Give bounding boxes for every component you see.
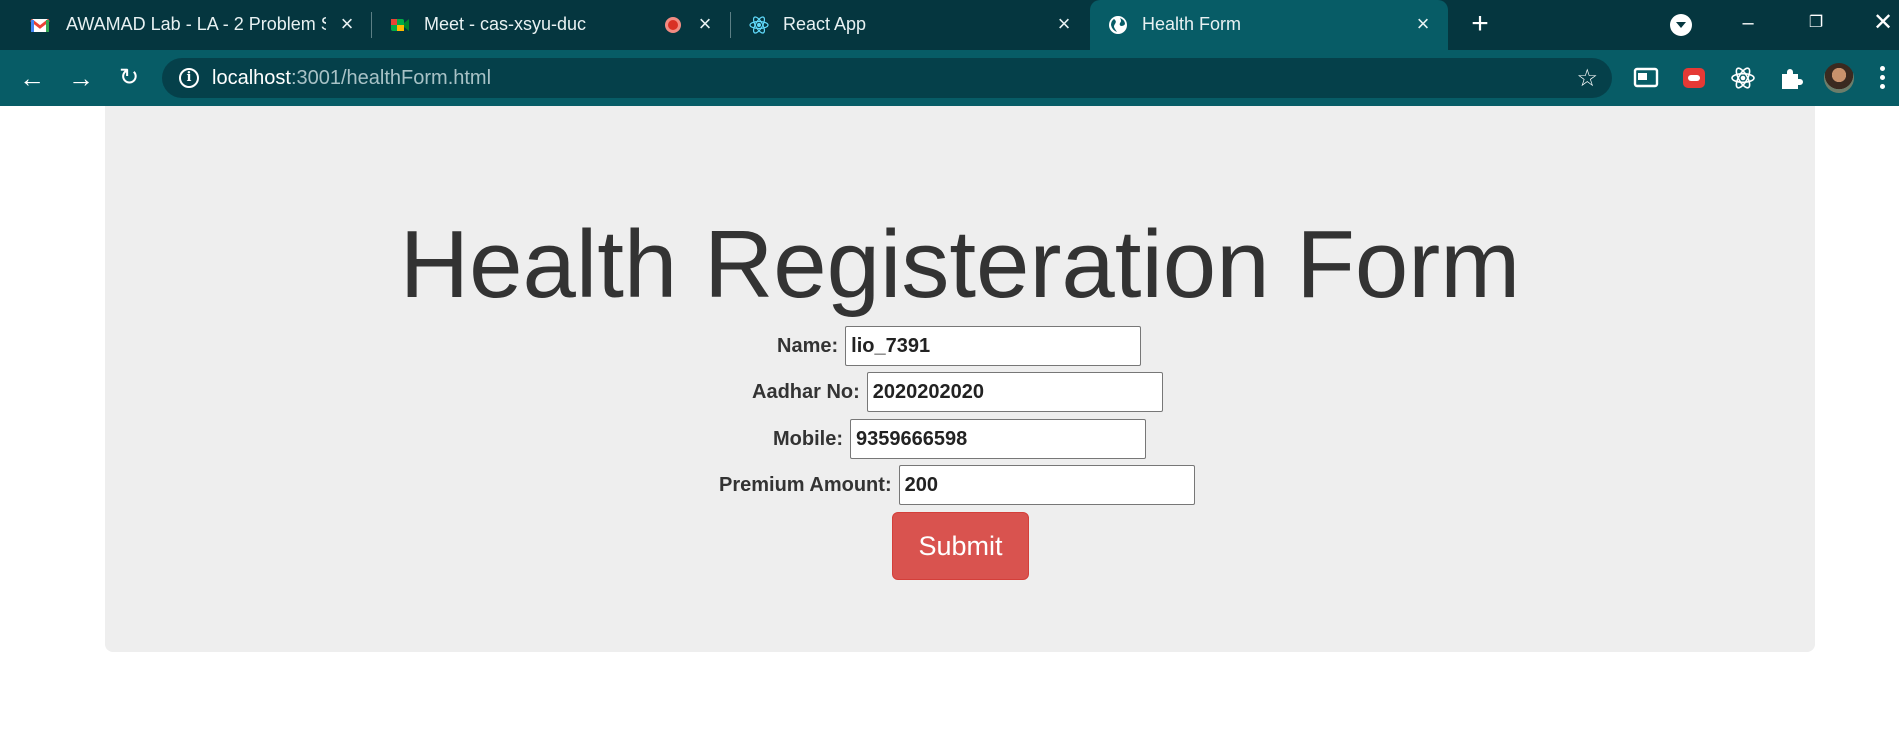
new-tab-button[interactable]: +: [1466, 9, 1494, 39]
browser-menu-icon[interactable]: [1880, 66, 1886, 90]
react-icon: [749, 16, 769, 34]
submit-button[interactable]: Submit: [892, 512, 1029, 580]
premium-row: Premium Amount:: [719, 465, 1195, 505]
premium-amount-label: Premium Amount:: [719, 473, 892, 496]
site-info-icon[interactable]: i: [179, 68, 199, 88]
close-tab-icon[interactable]: ×: [1053, 13, 1075, 35]
mobile-row: Mobile:: [773, 419, 1146, 459]
close-tab-icon[interactable]: ×: [694, 13, 716, 35]
minimize-icon[interactable]: –: [1733, 8, 1763, 38]
tab-search-icon[interactable]: [1670, 14, 1692, 36]
globe-icon: [1109, 16, 1127, 34]
form-heading: Health Registeration Form: [399, 211, 1521, 318]
page-content: Health Registeration Form Name: Aadhar N…: [0, 106, 1899, 746]
premium-amount-input[interactable]: [898, 465, 1195, 505]
close-tab-icon[interactable]: ×: [1412, 13, 1434, 35]
tab-awamad-lab[interactable]: AWAMAD Lab - LA - 2 Problem S ×: [0, 0, 370, 50]
name-row: Name:: [777, 326, 1142, 366]
extensions-puzzle-icon[interactable]: [1778, 65, 1804, 91]
aadhar-input[interactable]: [866, 372, 1163, 412]
form-container: Health Registeration Form Name: Aadhar N…: [105, 106, 1815, 652]
reload-icon[interactable]: ↻: [115, 64, 143, 92]
tab-title: AWAMAD Lab - LA - 2 Problem S: [66, 14, 326, 34]
close-window-icon[interactable]: ✕: [1868, 8, 1898, 38]
gmail-icon: [30, 18, 50, 32]
tab-title: React App: [783, 14, 867, 34]
mobile-label: Mobile:: [773, 427, 843, 450]
url-host: localhost: [212, 67, 291, 89]
browser-toolbar: ← → ↻ i localhost:3001/healthForm.html ☆: [0, 50, 1899, 106]
profile-avatar[interactable]: [1824, 63, 1854, 93]
back-icon[interactable]: ←: [18, 64, 46, 92]
name-input[interactable]: [845, 326, 1142, 366]
meet-icon: [391, 19, 409, 31]
recording-icon: [665, 17, 681, 33]
url-path: :3001/healthForm.html: [290, 67, 492, 89]
mobile-input[interactable]: [850, 419, 1146, 459]
tab-health-form[interactable]: Health Form ×: [1090, 0, 1448, 50]
picture-in-picture-icon[interactable]: [1633, 65, 1659, 91]
aadhar-label: Aadhar No:: [752, 380, 860, 403]
tab-react-app[interactable]: React App ×: [731, 0, 1089, 50]
react-devtools-icon[interactable]: [1730, 65, 1756, 91]
tab-meet[interactable]: Meet - cas-xsyu-duc ×: [372, 0, 730, 50]
browser-tab-strip: AWAMAD Lab - LA - 2 Problem S × Meet - c…: [0, 0, 1899, 50]
close-tab-icon[interactable]: ×: [336, 13, 358, 35]
forward-icon[interactable]: →: [67, 64, 95, 92]
aadhar-row: Aadhar No:: [752, 372, 1163, 412]
address-bar[interactable]: i localhost:3001/healthForm.html ☆: [162, 58, 1612, 98]
url-text[interactable]: localhost:3001/healthForm.html: [212, 67, 491, 90]
tab-title: Meet - cas-xsyu-duc: [424, 14, 587, 34]
bookmark-star-icon[interactable]: ☆: [1576, 64, 1598, 93]
name-label: Name:: [777, 334, 839, 357]
screen-recorder-extension-icon[interactable]: [1681, 65, 1707, 91]
restore-icon[interactable]: ❐: [1801, 8, 1831, 38]
tab-title: Health Form: [1142, 14, 1242, 34]
